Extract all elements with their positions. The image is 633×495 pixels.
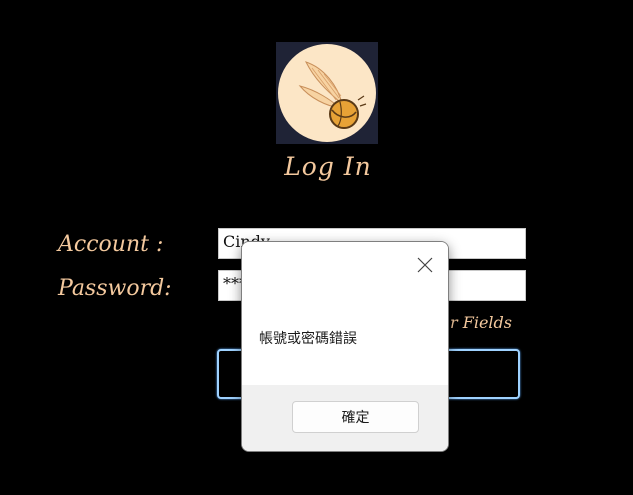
golden-snitch-icon	[278, 44, 376, 142]
close-icon	[417, 257, 433, 273]
logo	[276, 42, 378, 144]
account-label: Account :	[58, 232, 164, 257]
dialog-body: 帳號或密碼錯誤	[242, 288, 448, 385]
dialog-message: 帳號或密碼錯誤	[259, 331, 357, 347]
password-label: Password:	[58, 276, 172, 301]
close-button[interactable]	[408, 248, 442, 282]
dialog-footer: 確定	[242, 385, 448, 451]
page-title: Log In	[284, 152, 372, 181]
login-window: Log In Account : Password: Cindy *** r F…	[0, 0, 633, 495]
clear-fields-link[interactable]: r Fields	[450, 313, 512, 332]
ok-button[interactable]: 確定	[292, 401, 419, 433]
error-dialog: 帳號或密碼錯誤 確定	[241, 241, 449, 452]
dialog-titlebar	[242, 242, 448, 288]
